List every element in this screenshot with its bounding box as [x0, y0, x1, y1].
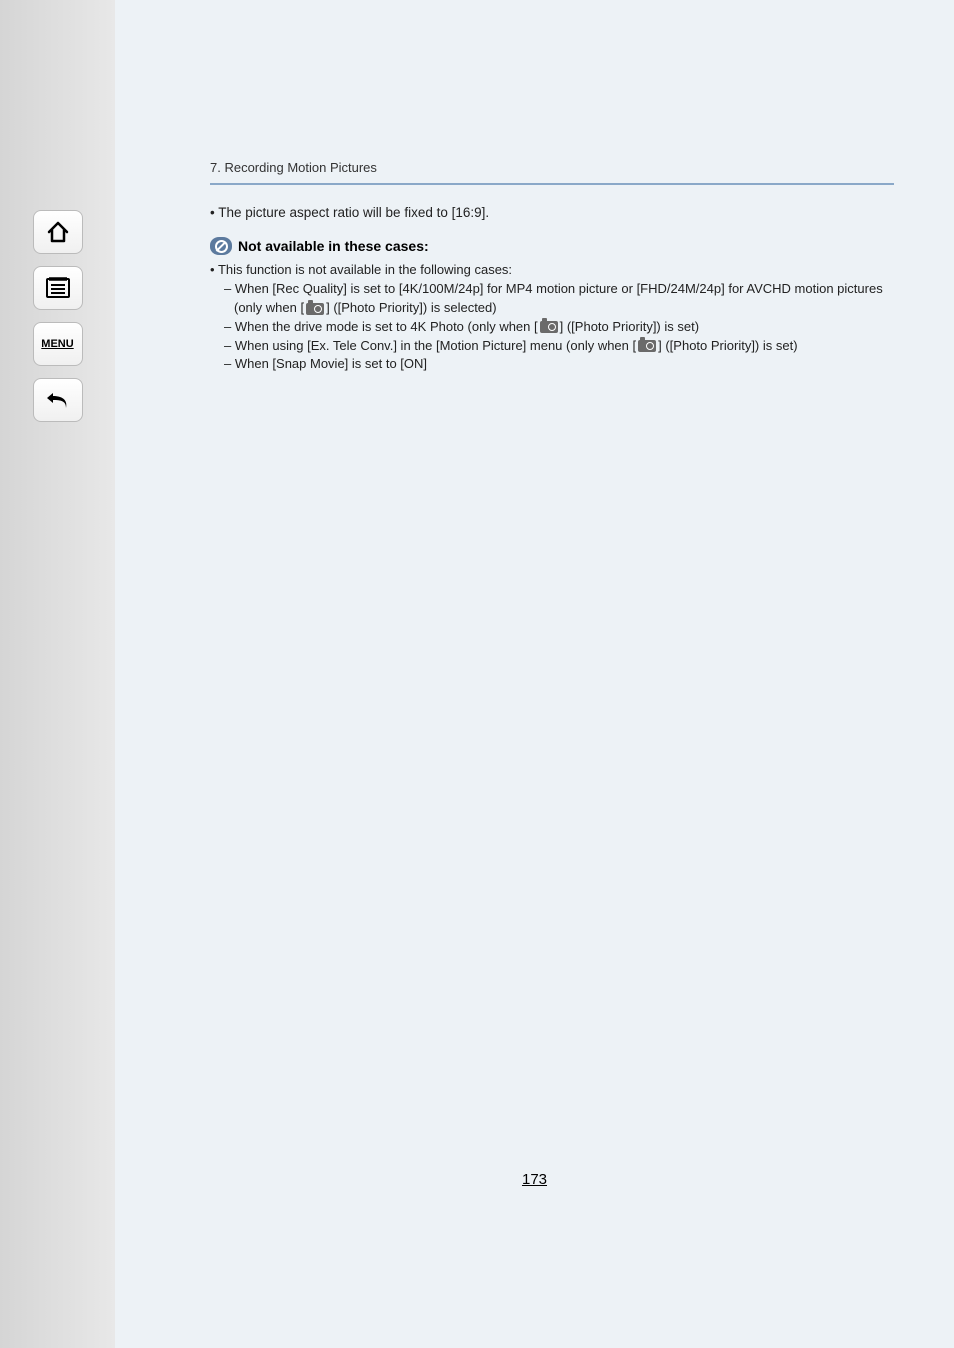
note-heading-row: Not available in these cases: — [210, 237, 894, 255]
note-heading-text: Not available in these cases: — [238, 238, 429, 254]
sidebar: MENU — [0, 0, 115, 1348]
page-content: 7. Recording Motion Pictures • The pictu… — [115, 0, 954, 1348]
toc-icon — [45, 277, 71, 299]
menu-button[interactable]: MENU — [33, 322, 83, 366]
home-button[interactable] — [33, 210, 83, 254]
not-available-icon — [210, 237, 232, 255]
dash-item-3: – When using [Ex. Tele Conv.] in the [Mo… — [210, 337, 894, 356]
camera-photo-priority-icon — [540, 321, 558, 333]
toc-button[interactable] — [33, 266, 83, 310]
back-button[interactable] — [33, 378, 83, 422]
bullet-text: The picture aspect ratio will be fixed t… — [218, 205, 489, 220]
page-number[interactable]: 173 — [522, 1171, 547, 1188]
body-bullet: • The picture aspect ratio will be fixed… — [210, 203, 894, 223]
menu-label: MENU — [41, 338, 73, 350]
chapter-heading: 7. Recording Motion Pictures — [210, 160, 894, 185]
camera-photo-priority-icon — [306, 303, 324, 315]
dash-item-4: – When [Snap Movie] is set to [ON] — [210, 355, 894, 374]
dash-item-1: – When [Rec Quality] is set to [4K/100M/… — [210, 280, 894, 318]
back-icon — [45, 389, 71, 411]
note-intro: • This function is not available in the … — [210, 261, 894, 280]
home-icon — [46, 220, 70, 244]
dash-item-2: – When the drive mode is set to 4K Photo… — [210, 318, 894, 337]
camera-photo-priority-icon — [638, 340, 656, 352]
